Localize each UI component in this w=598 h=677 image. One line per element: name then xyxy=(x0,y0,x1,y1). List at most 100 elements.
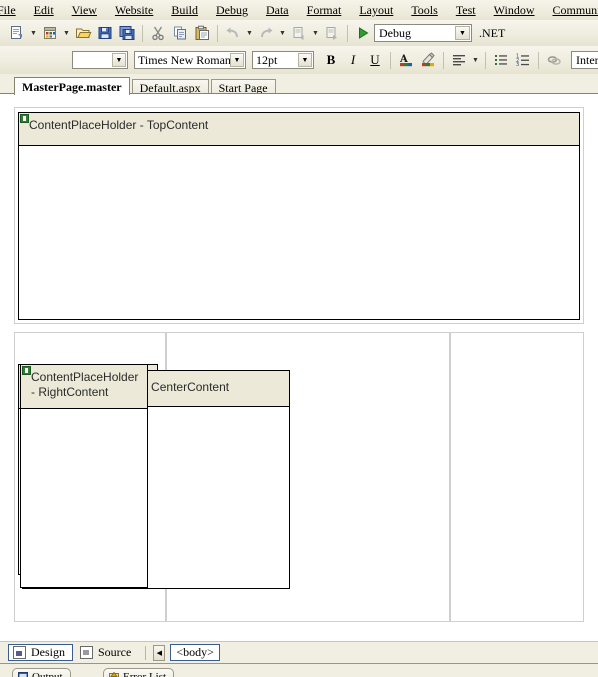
align-dropdown-icon[interactable]: ▼ xyxy=(470,49,481,71)
menu-item-debug[interactable]: Debug xyxy=(207,1,257,19)
bold-button[interactable]: B xyxy=(320,49,342,71)
align-left-button[interactable] xyxy=(448,49,470,71)
menu-item-file[interactable]: File xyxy=(0,1,25,19)
undo-dropdown-icon[interactable]: ▼ xyxy=(244,22,255,44)
menu-bar: File Edit View Website Build Debug Data … xyxy=(0,0,598,21)
menu-item-data[interactable]: Data xyxy=(257,1,298,19)
error-list-icon xyxy=(109,672,119,677)
menu-item-website[interactable]: Website xyxy=(106,1,162,19)
chevron-down-icon[interactable]: ▼ xyxy=(112,53,126,67)
menu-label-website: Website xyxy=(115,3,153,17)
placeholder-topcontent-header[interactable]: ContentPlaceHolder - TopContent xyxy=(19,113,579,146)
foreground-color-button[interactable]: A xyxy=(395,49,417,71)
menu-label-edit: Edit xyxy=(34,3,54,17)
redo-dropdown-icon[interactable]: ▼ xyxy=(277,22,288,44)
redo-button[interactable] xyxy=(255,22,277,44)
menu-label-test: Test xyxy=(456,3,476,17)
menu-label-community: Community xyxy=(553,3,598,17)
design-view-icon xyxy=(13,646,26,659)
toolbar-separator-2 xyxy=(217,25,218,42)
paste-button[interactable] xyxy=(191,22,213,44)
source-view-icon xyxy=(80,646,93,659)
menu-label-debug: Debug xyxy=(216,3,248,17)
open-file-button[interactable] xyxy=(72,22,94,44)
font-family-combo[interactable]: Times New Roman ▼ xyxy=(134,51,246,69)
menu-label-view: View xyxy=(72,3,97,17)
menu-item-layout[interactable]: Layout xyxy=(350,1,402,19)
save-button[interactable] xyxy=(94,22,116,44)
placeholder-rightcontent[interactable]: ContentPlaceHolder - RightContent xyxy=(20,364,148,588)
target-browser-field[interactable]: Internet Explorer xyxy=(571,51,598,69)
document-tab-masterpage-label: MasterPage.master xyxy=(22,80,122,94)
tag-navigator-scroll-left-button[interactable]: ◀ xyxy=(153,645,165,661)
format-separator-2 xyxy=(443,52,444,69)
start-debugging-button[interactable] xyxy=(352,22,374,44)
placeholder-rightcontent-body[interactable] xyxy=(21,409,147,587)
new-website-button[interactable] xyxy=(39,22,61,44)
copy-button[interactable] xyxy=(169,22,191,44)
tab-design-view[interactable]: Design xyxy=(8,644,73,661)
chevron-down-icon[interactable]: ▼ xyxy=(298,53,312,67)
new-website-dropdown-icon[interactable]: ▼ xyxy=(61,22,72,44)
document-tab-masterpage[interactable]: MasterPage.master xyxy=(14,77,130,95)
menu-item-edit[interactable]: Edit xyxy=(25,1,63,19)
undo-button[interactable] xyxy=(222,22,244,44)
menu-label-tools: Tools xyxy=(411,3,438,17)
design-surface[interactable]: ContentPlaceHolder - TopContent ContentP… xyxy=(0,93,598,641)
underline-button[interactable]: U xyxy=(364,49,386,71)
placeholder-rightcontent-label: ContentPlaceHolder - RightContent xyxy=(31,370,138,399)
tab-source-view[interactable]: Source xyxy=(76,644,138,661)
placeholder-topcontent-body[interactable] xyxy=(19,146,579,319)
menu-item-tools[interactable]: Tools xyxy=(402,1,447,19)
menu-label-layout: Layout xyxy=(359,3,393,17)
solution-configuration-value: Debug xyxy=(379,26,411,41)
cut-button[interactable] xyxy=(147,22,169,44)
menu-label-build: Build xyxy=(171,3,198,17)
font-size-combo[interactable]: 12pt ▼ xyxy=(252,51,314,69)
highlight-color-button[interactable] xyxy=(417,49,439,71)
format-separator-1 xyxy=(390,52,391,69)
menu-item-test[interactable]: Test xyxy=(447,1,485,19)
bold-label: B xyxy=(327,52,336,68)
menu-item-build[interactable]: Build xyxy=(162,1,207,19)
italic-label: I xyxy=(351,52,355,68)
navigate-backward-button[interactable] xyxy=(288,22,310,44)
numbering-button[interactable]: 1 2 3 xyxy=(512,49,534,71)
tab-error-list-window-label: Error List xyxy=(123,671,166,677)
menu-label-data: Data xyxy=(266,3,289,17)
menu-item-view[interactable]: View xyxy=(63,1,106,19)
bottom-tool-window-tabs: Output Error List xyxy=(0,663,598,677)
chevron-down-icon[interactable]: ▼ xyxy=(455,26,470,40)
save-all-button[interactable] xyxy=(116,22,138,44)
formatting-toolbar: ▼ Times New Roman ▼ 12pt ▼ B I U A xyxy=(0,46,598,75)
smart-tag-icon[interactable] xyxy=(22,366,31,375)
right-column-cell xyxy=(450,332,584,622)
chevron-down-icon[interactable]: ▼ xyxy=(230,53,244,67)
font-size-value: 12pt xyxy=(256,53,277,68)
hyperlink-button[interactable] xyxy=(543,49,565,71)
tag-navigator-body[interactable]: <body> xyxy=(170,644,220,661)
menu-label-file: File xyxy=(0,3,16,17)
menu-item-format[interactable]: Format xyxy=(298,1,351,19)
menu-label-format: Format xyxy=(307,3,342,17)
menu-item-community[interactable]: Community xyxy=(544,1,598,19)
content-columns-region: ContentPlaceHolder - LeftContent Content… xyxy=(14,332,584,622)
visual-studio-window: File Edit View Website Build Debug Data … xyxy=(0,0,598,676)
placeholder-topcontent[interactable]: ContentPlaceHolder - TopContent xyxy=(18,112,580,320)
new-item-button[interactable] xyxy=(6,22,28,44)
new-item-dropdown-icon[interactable]: ▼ xyxy=(28,22,39,44)
toolbar-separator-3 xyxy=(347,25,348,42)
placeholder-rightcontent-header[interactable]: ContentPlaceHolder - RightContent xyxy=(21,365,147,409)
italic-button[interactable]: I xyxy=(342,49,364,71)
block-format-combo[interactable]: ▼ xyxy=(72,51,128,69)
navigate-backward-dropdown-icon[interactable]: ▼ xyxy=(310,22,321,44)
menu-item-window[interactable]: Window xyxy=(485,1,544,19)
navigate-forward-button[interactable] xyxy=(321,22,343,44)
output-window-icon xyxy=(18,672,28,677)
format-separator-3 xyxy=(485,52,486,69)
bullets-button[interactable] xyxy=(490,49,512,71)
smart-tag-icon[interactable] xyxy=(20,114,29,123)
solution-configuration-combo[interactable]: Debug ▼ xyxy=(374,24,472,42)
toolbar-separator-1 xyxy=(142,25,143,42)
placeholder-topcontent-label: ContentPlaceHolder - TopContent xyxy=(29,118,208,132)
